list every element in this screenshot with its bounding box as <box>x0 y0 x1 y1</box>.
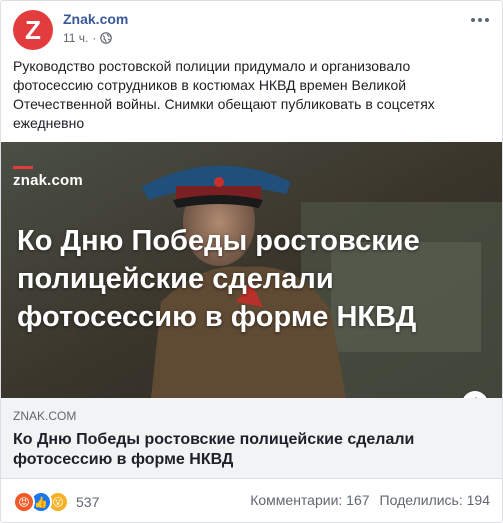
link-caption[interactable]: ZNAK.COM Ко Дню Победы ростовские полице… <box>1 398 502 479</box>
link-preview-image[interactable]: znak.com Ко Дню Победы ростовские полице… <box>1 142 502 398</box>
image-headline: Ко Дню Победы ростовские полицейские сде… <box>17 225 420 333</box>
post-footer: 😡 👍 😮 537 Комментарии: 167 Поделились: 1… <box>1 489 502 513</box>
shares-count-link[interactable]: Поделились: 194 <box>380 492 490 508</box>
globe-icon <box>100 32 113 44</box>
link-title[interactable]: Ко Дню Победы ростовские полицейские сде… <box>13 430 483 470</box>
angry-reaction-icon: 😡 <box>13 491 35 513</box>
page-name-link[interactable]: Znak.com <box>63 11 128 27</box>
reaction-count[interactable]: 537 <box>76 494 99 510</box>
comments-count-link[interactable]: Комментарии: 167 <box>250 492 369 508</box>
post-header: Z Znak.com 11 ч. · <box>13 10 492 50</box>
image-brand-label: znak.com <box>13 166 83 189</box>
link-domain: ZNAK.COM <box>13 409 77 423</box>
post-card: Z Znak.com 11 ч. · Руководство ростовско… <box>0 0 503 523</box>
post-meta: 11 ч. · <box>63 31 113 45</box>
more-options-icon[interactable] <box>468 12 492 28</box>
reactions-summary[interactable]: 😡 👍 😮 537 <box>13 491 99 513</box>
post-text: Руководство ростовской полиции придумало… <box>13 58 435 131</box>
post-stats: Комментарии: 167 Поделились: 194 <box>250 492 490 508</box>
meta-separator: · <box>92 31 97 45</box>
page-avatar[interactable]: Z <box>13 10 53 50</box>
post-timestamp[interactable]: 11 ч. <box>63 31 88 45</box>
